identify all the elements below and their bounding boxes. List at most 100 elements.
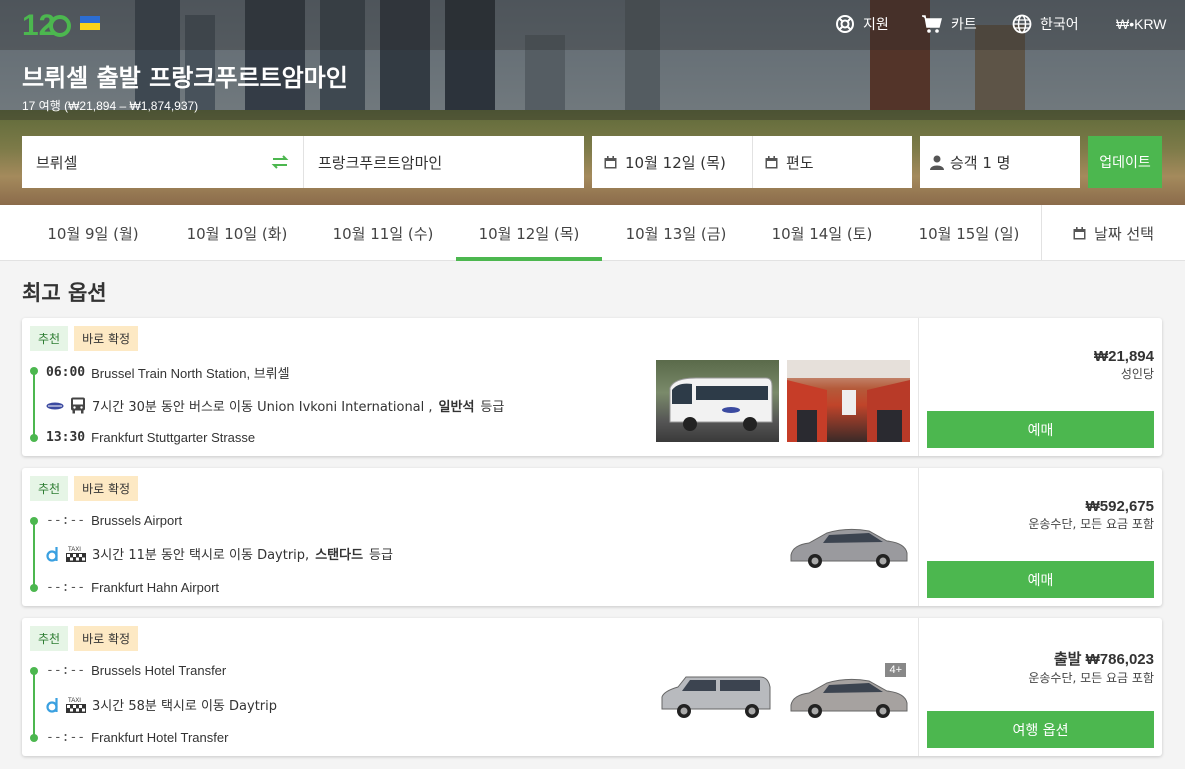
arrival-time: --:-- bbox=[46, 580, 86, 595]
book-button[interactable]: 예매 bbox=[927, 411, 1154, 448]
trip-options-button[interactable]: 여행 옵션 bbox=[927, 711, 1154, 748]
update-button[interactable]: 업데이트 bbox=[1088, 136, 1162, 188]
arrival-row: 13:30 Frankfurt Stuttgarter Strasse bbox=[46, 430, 255, 445]
daytrip-logo-icon bbox=[46, 697, 58, 713]
return-value: 편도 bbox=[786, 153, 814, 172]
timeline-dot bbox=[30, 667, 38, 675]
arrival-row: --:-- Frankfurt Hotel Transfer bbox=[46, 730, 228, 745]
timeline-line bbox=[33, 520, 35, 588]
date-tab[interactable]: 10월 15일 (일) bbox=[896, 205, 1042, 261]
recommended-badge: 추천 bbox=[30, 626, 69, 651]
from-value: 브뤼셀 bbox=[36, 153, 78, 172]
cart-icon bbox=[922, 15, 942, 33]
top-bar bbox=[0, 0, 1185, 50]
cart-link[interactable]: 카트 bbox=[921, 12, 977, 36]
price-block: ₩592,675 운송수단, 모든 요금 포함 bbox=[1028, 498, 1154, 532]
arrival-place: Frankfurt Hotel Transfer bbox=[91, 730, 229, 745]
language-selector[interactable]: 한국어 bbox=[1012, 12, 1079, 36]
calendar-icon bbox=[1073, 226, 1086, 239]
currency-label: ₩•KRW bbox=[1116, 16, 1167, 32]
taxi-icon: TAXI bbox=[66, 547, 86, 562]
departure-place: Brussels Hotel Transfer bbox=[91, 663, 227, 678]
cart-label: 카트 bbox=[951, 16, 977, 32]
timeline-line bbox=[33, 670, 35, 738]
date-value: 10월 12일 (목) bbox=[625, 153, 726, 172]
user-icon bbox=[930, 155, 944, 170]
page-title: 브뤼셀 출발 프랑크푸르트암마인 bbox=[22, 64, 348, 92]
daytrip-logo-icon bbox=[46, 546, 58, 562]
to-field[interactable]: 프랑크푸르트암마인 bbox=[303, 136, 584, 188]
pick-date-label: 날짜 선택 bbox=[1094, 224, 1154, 243]
section-title: 최고 옵션 bbox=[22, 281, 107, 305]
arrival-time: 13:30 bbox=[46, 430, 86, 445]
timeline-dot bbox=[30, 584, 38, 592]
arrival-time: --:-- bbox=[46, 730, 86, 745]
departure-time: 06:00 bbox=[46, 365, 86, 380]
transport-row: TAXI 3시간 58분 택시로 이동 Daytrip bbox=[46, 695, 277, 714]
price-note: 운송수단, 모든 요금 포함 bbox=[1028, 517, 1154, 531]
svg-text:TAXI: TAXI bbox=[68, 698, 81, 704]
support-label: 지원 bbox=[863, 16, 889, 32]
timeline-dot bbox=[30, 367, 38, 375]
date-tab[interactable]: 10월 11일 (수) bbox=[310, 205, 456, 261]
calendar-icon bbox=[604, 155, 617, 168]
departure-place: Brussel Train North Station, 브뤼셀 bbox=[91, 366, 290, 381]
page-subtitle: 17 여행 (₩21,894 – ₩1,874,937) bbox=[22, 99, 199, 113]
seat-class: 스탠다드 bbox=[315, 548, 364, 563]
price-panel: ₩592,675 운송수단, 모든 요금 포함 예매 bbox=[918, 468, 1162, 606]
passengers-value: 승객 1 명 bbox=[950, 153, 1011, 172]
from-field[interactable]: 브뤼셀 bbox=[22, 136, 303, 188]
departure-time: --:-- bbox=[46, 663, 86, 678]
timeline-dot bbox=[30, 517, 38, 525]
globe-icon bbox=[1012, 14, 1032, 34]
date-tab[interactable]: 10월 9일 (월) bbox=[20, 205, 166, 261]
date-field[interactable]: 10월 12일 (목) bbox=[592, 136, 752, 188]
van-photo[interactable] bbox=[656, 673, 779, 723]
bus-interior-photo[interactable] bbox=[787, 360, 910, 442]
book-button[interactable]: 예매 bbox=[927, 561, 1154, 598]
transport-row: TAXI 3시간 11분 동안 택시로 이동 Daytrip, 스탠다드 등급 bbox=[46, 544, 393, 563]
recommended-badge: 추천 bbox=[30, 326, 69, 351]
to-value: 프랑크푸르트암마인 bbox=[318, 153, 443, 172]
result-card[interactable]: 추천 바로 확정 06:00 Brussel Train North Stati… bbox=[22, 318, 1162, 456]
site-logo[interactable]: 12 bbox=[22, 6, 72, 42]
departure-time: --:-- bbox=[46, 513, 86, 528]
svg-text:TAXI: TAXI bbox=[68, 547, 81, 553]
return-field[interactable]: 편도 bbox=[752, 136, 912, 188]
more-vehicles-badge: 4+ bbox=[885, 663, 906, 677]
result-card[interactable]: 추천 바로 확정 --:-- Brussels Airport TAXI 3시간… bbox=[22, 468, 1162, 606]
arrival-row: --:-- Frankfurt Hahn Airport bbox=[46, 580, 219, 595]
pick-date-button[interactable]: 날짜 선택 bbox=[1041, 205, 1185, 261]
ukraine-flag-icon bbox=[80, 16, 100, 30]
result-card[interactable]: 추천 바로 확정 --:-- Brussels Hotel Transfer T… bbox=[22, 618, 1162, 756]
support-link[interactable]: 지원 bbox=[835, 12, 889, 36]
date-tab[interactable]: 10월 13일 (금) bbox=[603, 205, 749, 261]
price-amount: ₩21,894 bbox=[1093, 348, 1154, 365]
price-note: 성인당 bbox=[1120, 367, 1154, 381]
timeline-dot bbox=[30, 434, 38, 442]
passengers-field[interactable]: 승객 1 명 bbox=[920, 136, 1080, 188]
price-amount: 출발 ₩786,023 bbox=[1053, 651, 1154, 668]
seat-class: 일반석 bbox=[438, 400, 475, 415]
currency-selector[interactable]: ₩•KRW bbox=[1116, 12, 1167, 36]
transport-row: 7시간 30분 동안 버스로 이동 Union Ivkoni Internati… bbox=[46, 396, 504, 415]
taxi-icon: TAXI bbox=[66, 698, 86, 713]
price-note: 운송수단, 모든 요금 포함 bbox=[1028, 671, 1154, 685]
instant-confirm-badge: 바로 확정 bbox=[74, 626, 139, 651]
transport-description: 3시간 11분 동안 택시로 이동 Daytrip, bbox=[92, 548, 310, 563]
transport-description: 7시간 30분 동안 버스로 이동 Union Ivkoni Internati… bbox=[92, 400, 433, 415]
seat-class-suffix: 등급 bbox=[369, 548, 393, 563]
instant-confirm-badge: 바로 확정 bbox=[74, 326, 139, 351]
price-panel: ₩21,894 성인당 예매 bbox=[918, 318, 1162, 456]
sedan-photo[interactable]: 4+ bbox=[787, 663, 910, 723]
sedan-photo[interactable] bbox=[787, 523, 910, 573]
result-details: 추천 바로 확정 --:-- Brussels Airport TAXI 3시간… bbox=[22, 468, 918, 606]
bus-photo[interactable] bbox=[656, 360, 779, 442]
date-tab[interactable]: 10월 14일 (토) bbox=[749, 205, 895, 261]
date-tabs: 10월 9일 (월) 10월 10일 (화) 10월 11일 (수) 10월 1… bbox=[0, 205, 1185, 261]
date-tab-active[interactable]: 10월 12일 (목) bbox=[456, 205, 602, 261]
swap-icon[interactable] bbox=[271, 153, 289, 171]
price-panel: 출발 ₩786,023 운송수단, 모든 요금 포함 여행 옵션 bbox=[918, 618, 1162, 756]
departure-row: --:-- Brussels Hotel Transfer bbox=[46, 663, 226, 678]
date-tab[interactable]: 10월 10일 (화) bbox=[164, 205, 310, 261]
